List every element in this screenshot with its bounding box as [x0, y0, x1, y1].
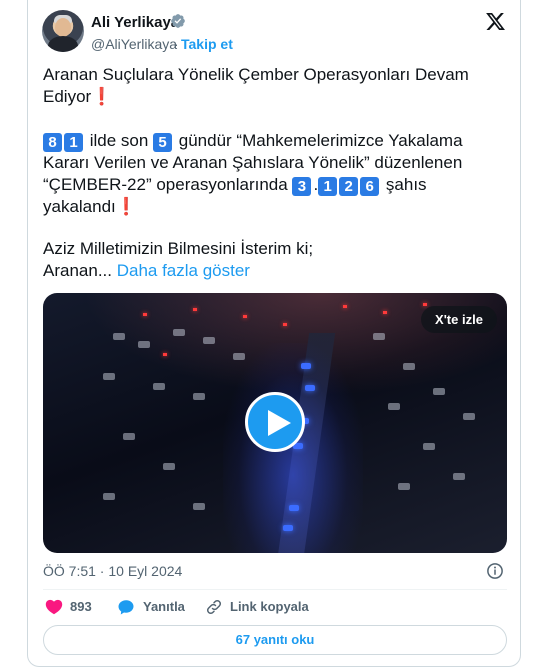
tweet-line: Aziz Milletimizin Bilmesini İsterim ki;: [43, 239, 314, 258]
tweet-line: Aranan Suçlulara Yönelik Çember Operasyo…: [43, 65, 469, 84]
exclamation-emoji-icon: ❗: [91, 87, 113, 106]
tweet-text: ilde son: [85, 131, 154, 150]
separator-dot: ·: [174, 36, 179, 52]
info-icon[interactable]: [486, 562, 504, 580]
tweet-timestamp[interactable]: ÖÖ 7:51 · 10 Eyl 2024: [43, 563, 182, 579]
tweet-line: Kararı Verilen ve Aranan Şahıslara Yönel…: [43, 153, 463, 172]
tweet-text: “ÇEMBER-22” operasyonlarında: [43, 175, 293, 194]
play-icon: [268, 410, 291, 436]
like-count: 893: [70, 599, 92, 614]
tweet-text: gündür “Mahkemelerimizce Yakalama: [174, 131, 463, 150]
tweet-line: Ediyor: [43, 87, 92, 106]
tweet-text: şahıs: [381, 175, 427, 194]
copy-link-label: Link kopyala: [230, 599, 309, 614]
keycap-digit: 2: [339, 177, 359, 196]
reply-button[interactable]: Yanıtla: [117, 598, 192, 616]
read-replies-button[interactable]: 67 yanıtı oku: [43, 625, 507, 655]
x-logo-icon[interactable]: [485, 11, 506, 32]
copy-link-button[interactable]: Link kopyala: [205, 598, 315, 616]
exclamation-emoji-icon: ❗: [115, 197, 137, 216]
follow-button[interactable]: Takip et: [181, 36, 233, 52]
user-name[interactable]: Ali Yerlikaya: [91, 14, 179, 31]
divider: [43, 589, 507, 590]
keycap-digit: 5: [153, 133, 173, 152]
like-button[interactable]: 893: [45, 598, 105, 616]
heart-icon: [45, 599, 63, 615]
link-icon: [206, 599, 222, 615]
verified-badge-icon: [171, 14, 185, 28]
keycap-digit: 6: [360, 177, 380, 196]
show-more-link[interactable]: Daha fazla göster: [117, 261, 250, 280]
reply-label: Yanıtla: [143, 599, 185, 614]
tweet-paragraph-2: 81 ilde son 5 gündür “Mahkemelerimizce Y…: [43, 130, 503, 218]
avatar[interactable]: [42, 10, 84, 52]
tweet-line: yakalandı: [43, 197, 116, 216]
keycap-digit: 1: [318, 177, 338, 196]
watch-on-x-button[interactable]: X'te izle: [421, 306, 497, 333]
tweet-paragraph-3: Aziz Milletimizin Bilmesini İsterim ki; …: [43, 238, 503, 282]
keycap-digit: 3: [292, 177, 312, 196]
tweet-paragraph-1: Aranan Suçlulara Yönelik Çember Operasyo…: [43, 64, 503, 108]
reply-bubble-icon: [118, 600, 134, 615]
keycap-digit: 8: [43, 133, 62, 152]
play-button[interactable]: [245, 392, 305, 452]
keycap-digit: 1: [64, 133, 83, 152]
user-handle[interactable]: @AliYerlikaya: [91, 36, 177, 52]
tweet-text: Aranan...: [43, 261, 117, 280]
